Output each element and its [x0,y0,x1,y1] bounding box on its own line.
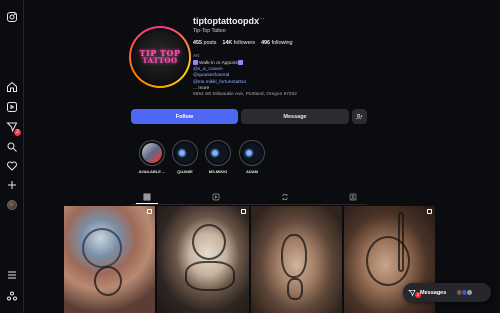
carousel-icon [427,209,432,214]
highlight-cover [142,143,162,163]
heart-icon[interactable] [5,159,19,173]
post-thumbnail[interactable] [250,206,342,313]
tagged-icon [349,193,357,201]
profile-avatar[interactable] [5,198,19,212]
profile-username: tiptoptattoopdx [193,16,259,26]
profile-picture[interactable]: TIP TOP TATTOO [129,26,191,88]
instagram-logo-icon[interactable] [5,10,19,24]
active-tab-indicator [136,203,158,204]
messages-nav-icon[interactable]: 2 [5,120,21,136]
tab-tagged[interactable] [348,192,358,202]
menu-icon[interactable] [5,268,19,282]
post-thumbnail[interactable] [157,206,249,313]
more-options-button[interactable]: ··· [257,14,265,23]
post-thumbnail[interactable] [64,206,156,313]
carousel-icon [147,209,153,214]
messages-pill-badge: 2 [415,292,421,298]
profile-stats: 455 posts 14K followers 496 following [193,40,293,46]
recent-contacts [456,289,474,296]
emoji-icon [193,60,198,66]
reels-icon[interactable] [5,100,19,114]
tab-reposts[interactable] [280,192,290,202]
tab-reels[interactable] [211,192,221,202]
tabs-divider [131,204,367,205]
avatar [466,289,474,296]
messages-badge: 2 [14,129,21,136]
profile-logo: TIP TOP TATTOO [133,30,187,84]
messages-label: Messages [420,289,447,296]
add-person-icon [356,113,363,120]
home-icon[interactable] [5,80,19,94]
highlight-item[interactable]: MS.MIKKI [204,140,232,174]
highlight-cover [175,143,195,163]
highlight-label: QUANIE [177,169,193,174]
carousel-icon [240,209,246,214]
repost-icon [282,193,288,201]
following-stat[interactable]: 496 following [261,40,292,46]
search-icon[interactable] [5,140,19,154]
emoji-icon [237,60,243,66]
avatar [7,200,17,210]
highlight-item[interactable]: ADAM [238,140,266,174]
tab-posts[interactable] [142,192,152,202]
highlight-label: MS.MIKKI [208,169,228,174]
message-button[interactable]: Message [241,109,349,124]
highlight-item[interactable]: QUANIE [171,140,199,174]
highlight-label: AVAILABLE ... [138,169,166,174]
follow-button[interactable]: Follow [131,109,238,124]
left-nav-rail: 2 [0,0,24,313]
profile-full-name: Tip-Top Tattoo [193,28,226,34]
threads-icon[interactable] [5,289,19,303]
profile-bio: Art Walk-in or Appoint @s_a_craven @quan… [193,54,297,98]
reels-icon [212,193,220,201]
highlight-cover [242,143,262,163]
create-plus-icon[interactable] [5,178,19,192]
posts-grid [64,206,435,313]
bio-address: 6654 SE Milwaukie Ave, Portland, Oregon … [193,91,297,97]
posts-stat: 455 posts [193,40,217,46]
followers-stat[interactable]: 14K followers [222,40,255,46]
highlight-cover [208,143,228,163]
messages-pill[interactable]: 2 Messages [403,283,491,302]
highlight-item[interactable]: AVAILABLE ... [138,140,166,174]
suggested-users-button[interactable] [352,109,367,124]
highlight-label: ADAM [246,169,258,174]
grid-icon [143,193,151,201]
